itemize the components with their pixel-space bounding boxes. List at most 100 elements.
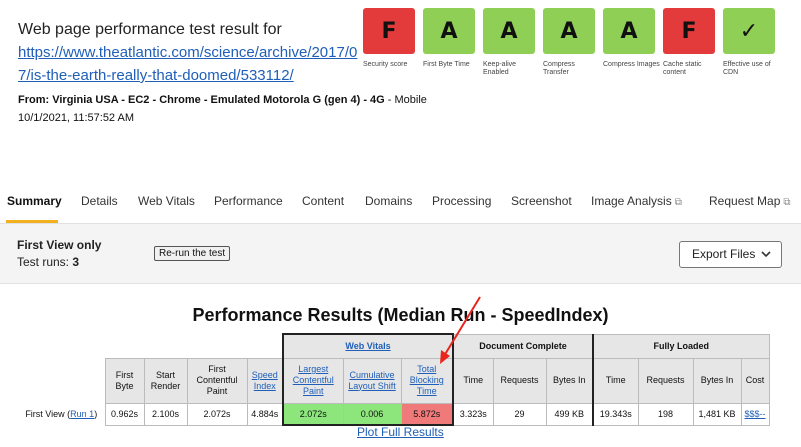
external-link-icon: ⧉ [674, 197, 682, 208]
results-title: Performance Results (Median Run - SpeedI… [0, 305, 801, 326]
grade-compress-transfer-letter[interactable]: A [543, 8, 595, 54]
cell-lcp: 2.072s [282, 402, 344, 426]
from-prefix: From: [18, 94, 53, 106]
grade-compress-images-letter[interactable]: A [603, 8, 655, 54]
tab-summary[interactable]: Summary [7, 194, 62, 208]
col-cls: Cumulative Layout Shift [342, 357, 402, 404]
results-title-text: Performance Results (Median Run - SpeedI… [192, 305, 609, 325]
cell-first-byte: 0.962s [104, 402, 145, 426]
plot-full-results-link[interactable]: Plot Full Results [357, 425, 444, 439]
external-link-icon: ⧉ [783, 197, 791, 208]
col-dc-requests: Requests [492, 357, 547, 404]
grade-keep-alive-letter[interactable]: A [483, 8, 535, 54]
rerun-test-button[interactable]: Re-run the test [154, 246, 231, 261]
performance-results-table: Web Vitals Document Complete Fully Loade… [18, 333, 770, 426]
active-tab-indicator [6, 220, 58, 223]
tab-performance[interactable]: Performance [214, 194, 283, 208]
cost-link[interactable]: $$$-- [744, 409, 765, 419]
grade-compress-images[interactable]: A Compress Images [603, 8, 660, 69]
test-date: 10/1/2021, 11:57:52 AM [18, 112, 134, 124]
grade-security[interactable]: F Security score [363, 8, 419, 69]
web-vitals-group-header: Web Vitals [282, 333, 454, 359]
col-first-contentful-paint: First Contentful Paint [186, 357, 248, 404]
test-location: From: Virginia USA - EC2 - Chrome - Emul… [18, 94, 427, 106]
tab-processing[interactable]: Processing [432, 194, 491, 208]
tab-image-analysis-label: Image Analysis [591, 194, 672, 208]
tab-request-map[interactable]: Request Map ⧉ [709, 194, 791, 208]
col-cost: Cost [740, 357, 770, 404]
col-fl-bytes: Bytes In [692, 357, 742, 404]
cell-tbt: 5.872s [400, 402, 454, 426]
export-files-button[interactable]: Export Files [679, 241, 782, 268]
grade-compress-transfer[interactable]: A Compress Transfer [543, 8, 599, 77]
grade-security-letter[interactable]: F [363, 8, 415, 54]
row-label: First View (Run 1) [18, 403, 105, 425]
tab-screenshot[interactable]: Screenshot [511, 194, 572, 208]
chevron-down-icon [761, 242, 771, 267]
cell-cls: 0.006 [342, 402, 402, 426]
col-dc-time: Time [452, 357, 494, 404]
from-location: Virginia USA - EC2 - Chrome - Emulated M… [52, 94, 385, 106]
cell-fl-requests: 198 [637, 402, 694, 426]
cell-start-render: 2.100s [143, 402, 188, 426]
speed-index-link[interactable]: Speed Index [252, 370, 278, 391]
grade-cache-static-label: Cache static content [663, 61, 702, 76]
cell-dc-bytes: 499 KB [545, 402, 594, 426]
col-first-byte: First Byte [104, 357, 145, 404]
cell-fcp: 2.072s [186, 402, 248, 426]
tbt-link[interactable]: Total Blocking Time [410, 364, 444, 396]
table-row: First View (Run 1) 0.962s 2.100s 2.072s … [18, 402, 770, 426]
grade-keep-alive-label: Keep-alive Enabled [483, 61, 517, 76]
grade-cache-static-letter[interactable]: F [663, 8, 715, 54]
col-dc-bytes: Bytes In [545, 357, 594, 404]
tested-url-link[interactable]: https://www.theatlantic.com/science/arch… [18, 41, 363, 87]
from-device: - Mobile [384, 94, 427, 106]
grade-security-label: Security score [363, 61, 408, 68]
grade-cdn[interactable]: ✓ Effective use of CDN [723, 8, 779, 77]
row-label-end: ) [94, 409, 98, 419]
grade-first-byte-letter[interactable]: A [423, 8, 475, 54]
cls-link[interactable]: Cumulative Layout Shift [348, 370, 396, 391]
col-fl-requests: Requests [637, 357, 694, 404]
table-spacer [18, 334, 283, 358]
grade-cdn-label: Effective use of CDN [723, 61, 771, 76]
lcp-link[interactable]: Largest Contentful Paint [293, 364, 334, 396]
export-files-label: Export Files [692, 247, 756, 261]
grade-compress-images-label: Compress Images [603, 61, 660, 68]
tab-web-vitals[interactable]: Web Vitals [138, 194, 195, 208]
tab-domains[interactable]: Domains [365, 194, 412, 208]
row-label-text: First View ( [25, 409, 71, 419]
grade-cache-static[interactable]: F Cache static content [663, 8, 719, 77]
cell-dc-time: 3.323s [452, 402, 494, 426]
result-tabs: Summary Details Web Vitals Performance C… [0, 180, 801, 224]
grade-keep-alive[interactable]: A Keep-alive Enabled [483, 8, 539, 77]
run-1-link[interactable]: Run 1 [70, 409, 94, 419]
tab-details[interactable]: Details [81, 194, 118, 208]
cell-fl-time: 19.343s [592, 402, 639, 426]
fully-loaded-group-header: Fully Loaded [592, 333, 770, 359]
test-runs-label: Test runs: [17, 255, 73, 269]
col-fl-time: Time [592, 357, 639, 404]
test-runs: Test runs: 3 [17, 255, 79, 269]
web-vitals-link[interactable]: Web Vitals [345, 341, 390, 351]
grade-first-byte-label: First Byte Time [423, 61, 470, 68]
tab-request-map-label: Request Map [709, 194, 781, 208]
run-info-panel: First View only Test runs: 3 Re-run the … [0, 224, 801, 284]
document-complete-group-header: Document Complete [452, 333, 594, 359]
col-lcp: Largest Contentful Paint [282, 357, 344, 404]
page-title: Web page performance test result for [18, 21, 282, 38]
row-label-spacer [18, 358, 105, 403]
col-speed-index: Speed Index [246, 357, 284, 404]
tab-image-analysis[interactable]: Image Analysis ⧉ [591, 194, 682, 208]
cell-fl-bytes: 1,481 KB [692, 402, 742, 426]
first-view-only-label: First View only [17, 238, 102, 252]
tab-content[interactable]: Content [302, 194, 344, 208]
col-tbt: Total Blocking Time [400, 357, 454, 404]
grade-first-byte[interactable]: A First Byte Time [423, 8, 479, 69]
cell-speed-index: 4.884s [246, 402, 284, 426]
col-start-render: Start Render [143, 357, 188, 404]
cell-dc-requests: 29 [492, 402, 547, 426]
grade-cdn-check-icon[interactable]: ✓ [723, 8, 775, 54]
test-runs-value: 3 [72, 255, 80, 269]
grade-compress-transfer-label: Compress Transfer [543, 61, 575, 76]
